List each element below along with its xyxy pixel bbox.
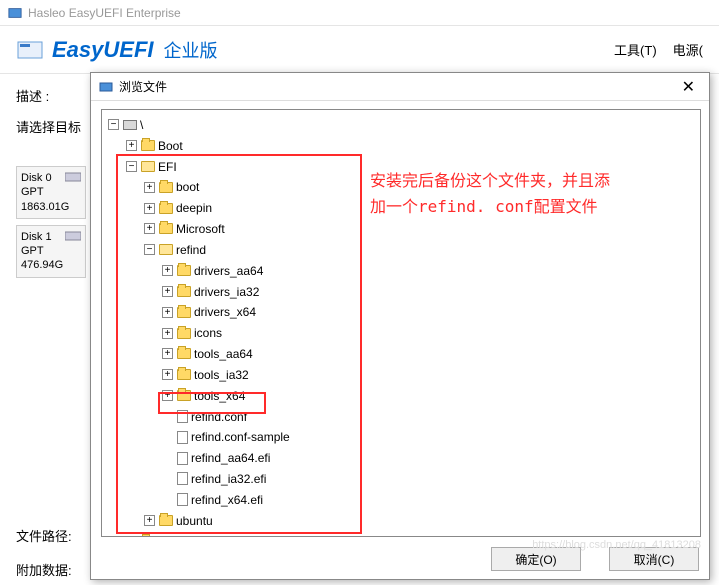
tree-tools-ia32[interactable]: +tools_ia32	[162, 364, 694, 385]
brand: EasyUEFI 企业版	[16, 36, 218, 64]
label-desc: 描述 :	[16, 86, 92, 105]
tree-sysvol[interactable]: +System Volume Information	[126, 531, 694, 537]
logo-icon	[16, 36, 44, 64]
expander-icon[interactable]: +	[162, 265, 173, 276]
main-window: Hasleo EasyUEFI Enterprise EasyUEFI 企业版 …	[0, 0, 719, 585]
expander-icon[interactable]: +	[144, 515, 155, 526]
tree-efi-ubuntu[interactable]: +ubuntu	[144, 510, 694, 531]
ok-button[interactable]: 确定(O)	[491, 547, 581, 571]
cancel-button[interactable]: 取消(C)	[609, 547, 699, 571]
expander-icon[interactable]: +	[126, 536, 137, 537]
main-title-text: Hasleo EasyUEFI Enterprise	[28, 6, 181, 20]
disk-icon	[65, 230, 81, 242]
tree-tools-aa64[interactable]: +tools_aa64	[162, 343, 694, 364]
folder-icon	[141, 140, 155, 151]
disk-item-1[interactable]: Disk 1 GPT 476.94G	[16, 225, 86, 278]
file-icon	[177, 410, 188, 423]
expander-icon[interactable]: +	[162, 286, 173, 297]
tree-refind-ia32-efi[interactable]: refind_ia32.efi	[162, 468, 694, 489]
close-icon[interactable]: ✕	[676, 77, 701, 97]
tree-icons[interactable]: +icons	[162, 322, 694, 343]
expander-icon[interactable]: +	[144, 203, 155, 214]
disk-type: GPT	[21, 185, 81, 199]
dialog-titlebar: 浏览文件 ✕	[91, 73, 709, 101]
brand-edition: 企业版	[164, 37, 218, 63]
file-icon	[177, 493, 188, 506]
tree-drivers-x64[interactable]: +drivers_x64	[162, 301, 694, 322]
tree-tools-x64[interactable]: +tools_x64	[162, 385, 694, 406]
tree-refind-x64-efi[interactable]: refind_x64.efi	[162, 489, 694, 510]
drive-icon	[123, 120, 137, 130]
expander-icon[interactable]: −	[144, 244, 155, 255]
expander-icon[interactable]: −	[126, 161, 137, 172]
folder-icon	[177, 390, 191, 401]
tree-efi-microsoft[interactable]: +Microsoft	[144, 218, 694, 239]
disk-icon	[65, 171, 81, 183]
disk-size: 476.94G	[21, 258, 81, 272]
folder-icon	[177, 265, 191, 276]
expander-icon[interactable]: +	[162, 369, 173, 380]
main-titlebar: Hasleo EasyUEFI Enterprise	[0, 0, 719, 26]
tree-view[interactable]: −\ +Boot −EFI +boot +deepin +Microsoft −…	[101, 109, 701, 537]
disk-size: 1863.01G	[21, 200, 81, 214]
folder-icon	[177, 369, 191, 380]
browse-dialog: 浏览文件 ✕ −\ +Boot −EFI +boot +deepin	[90, 72, 710, 580]
disk-list: Disk 0 GPT 1863.01G Disk 1 GPT 476.94G	[16, 166, 86, 284]
folder-icon	[177, 307, 191, 318]
file-icon	[177, 452, 188, 465]
folder-icon	[177, 328, 191, 339]
expander-icon[interactable]: +	[126, 140, 137, 151]
tree-refind-aa64-efi[interactable]: refind_aa64.efi	[162, 447, 694, 468]
folder-open-icon	[159, 244, 173, 255]
expander-icon[interactable]: +	[144, 182, 155, 193]
expander-icon[interactable]: +	[162, 328, 173, 339]
tree-boot[interactable]: +Boot	[126, 135, 694, 156]
tree-refind-conf-sample[interactable]: refind.conf-sample	[162, 426, 694, 447]
dialog-title: 浏览文件	[119, 78, 167, 95]
folder-icon	[141, 536, 155, 537]
folder-icon	[177, 286, 191, 297]
folder-icon	[159, 515, 173, 526]
expander-icon[interactable]: +	[162, 307, 173, 318]
tree-drivers-ia32[interactable]: +drivers_ia32	[162, 281, 694, 302]
annotation-text: 安装完后备份这个文件夹，并且添 加一个refind. conf配置文件	[370, 168, 700, 219]
file-icon	[177, 431, 188, 444]
label-target: 请选择目标	[16, 117, 92, 136]
file-icon	[177, 472, 188, 485]
label-filepath: 文件路径:	[16, 526, 72, 545]
expander-icon[interactable]: +	[162, 390, 173, 401]
folder-icon	[159, 203, 173, 214]
tree-refind-conf[interactable]: refind.conf	[162, 406, 694, 427]
folder-icon	[159, 182, 173, 193]
menu-power[interactable]: 电源(	[673, 40, 703, 59]
tree-efi-refind[interactable]: −refind +drivers_aa64 +drivers_ia32 +dri…	[144, 239, 694, 510]
expander-icon[interactable]: +	[162, 348, 173, 359]
tree-drivers-aa64[interactable]: +drivers_aa64	[162, 260, 694, 281]
app-header: EasyUEFI 企业版 工具(T) 电源(	[0, 26, 719, 74]
dialog-icon	[99, 80, 113, 94]
menu-bar: 工具(T) 电源(	[614, 40, 703, 59]
brand-name: EasyUEFI	[52, 37, 154, 63]
expander-icon[interactable]: +	[144, 223, 155, 234]
folder-icon	[159, 223, 173, 234]
folder-open-icon	[141, 161, 155, 172]
disk-item-0[interactable]: Disk 0 GPT 1863.01G	[16, 166, 86, 219]
dialog-buttons: 确定(O) 取消(C)	[491, 547, 699, 571]
label-extradata: 附加数据:	[16, 560, 72, 579]
expander-icon[interactable]: −	[108, 119, 119, 130]
menu-tools[interactable]: 工具(T)	[614, 40, 657, 59]
disk-type: GPT	[21, 244, 81, 258]
app-icon	[8, 6, 22, 20]
folder-icon	[177, 348, 191, 359]
